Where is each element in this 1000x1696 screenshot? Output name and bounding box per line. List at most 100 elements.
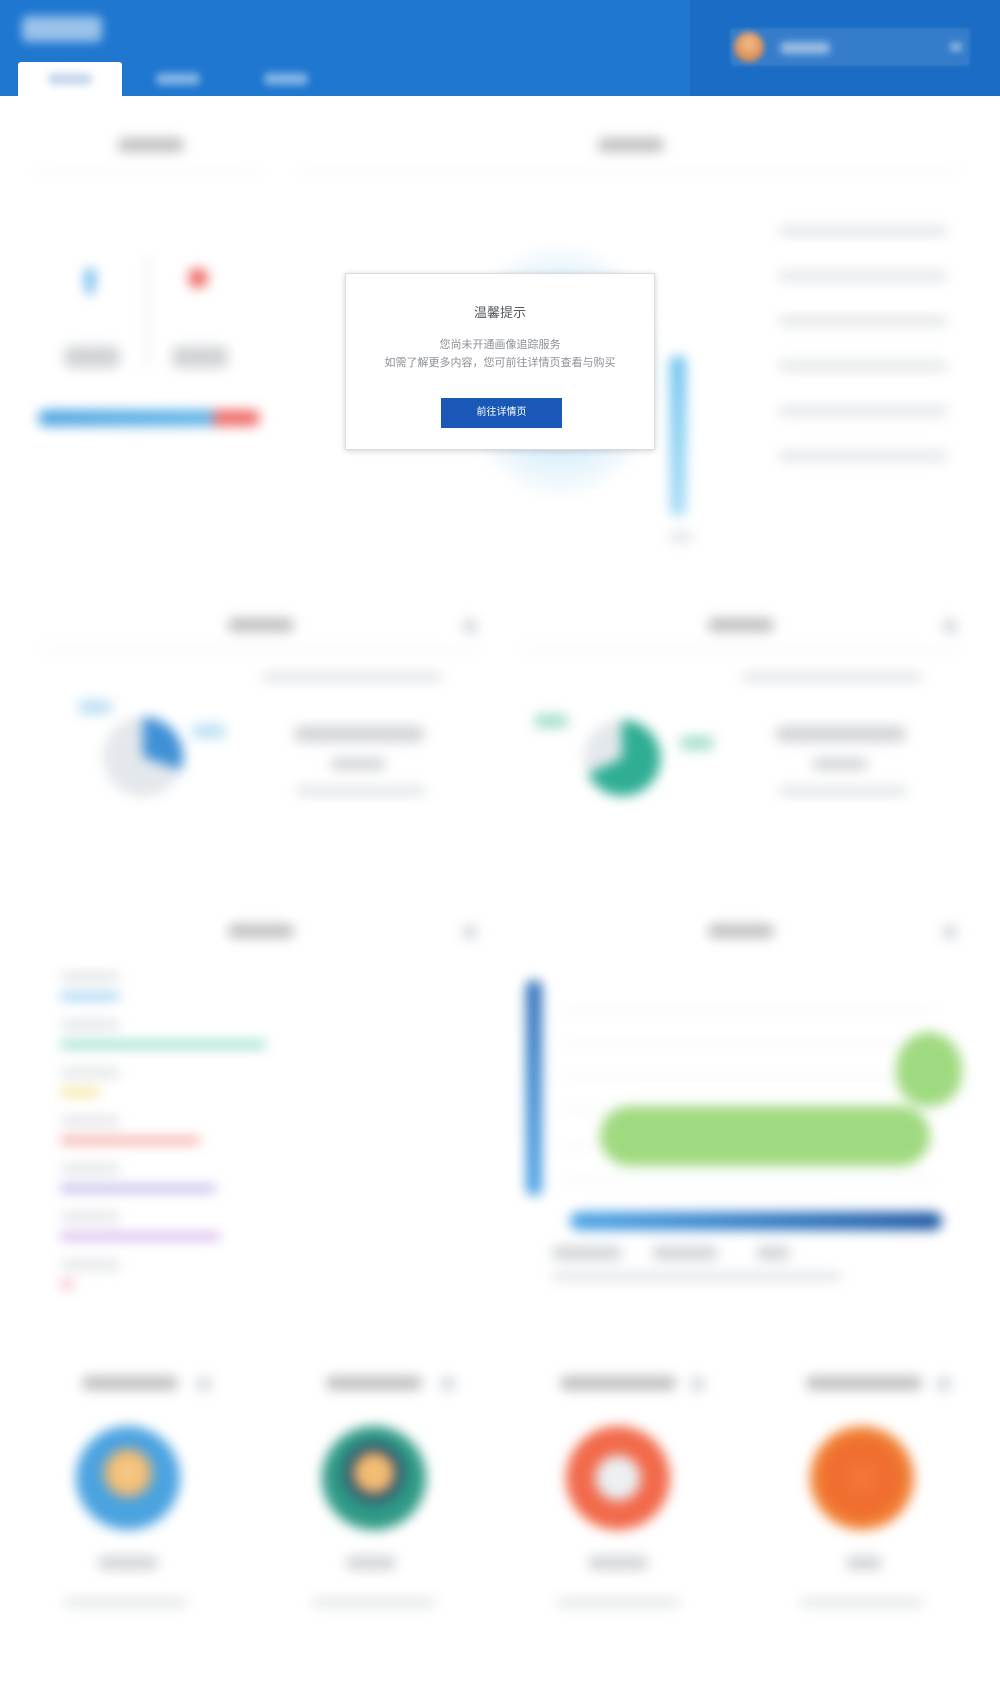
panel-title-mid-right [708, 618, 774, 632]
bar-label-5 [60, 1164, 120, 1174]
rank-row-6 [778, 451, 948, 461]
rank-row-1 [778, 226, 948, 236]
donut-chart-right [584, 719, 661, 796]
donut-stat-right-1 [776, 726, 906, 742]
tab-2-label [156, 73, 200, 85]
bar-7 [60, 1282, 74, 1287]
persona-name-2 [346, 1556, 396, 1570]
card-title-1 [82, 1376, 178, 1390]
rank-row-5 [778, 406, 948, 416]
panel-title-low-right [708, 924, 774, 938]
bar-list [60, 972, 460, 1302]
bar-label-2 [60, 1020, 120, 1030]
donut-label-right-top [534, 714, 568, 728]
stat-divider [146, 256, 149, 366]
bar-3 [60, 1090, 100, 1095]
panel-divider-left [38, 170, 258, 172]
vertical-slider [526, 980, 542, 1196]
rank-row-2 [778, 271, 948, 281]
card-title-4 [806, 1376, 922, 1390]
tab-2[interactable] [126, 62, 230, 96]
card-title-3 [560, 1376, 676, 1390]
panel-title-low-left [228, 924, 294, 938]
scatter-highlight [896, 1032, 962, 1106]
persona-desc-3 [556, 1598, 680, 1607]
panel-more-icon-low-right[interactable] [942, 924, 958, 940]
persona-avatar-2 [322, 1426, 426, 1530]
upgrade-prompt-modal: 温馨提示 您尚未开通画像追踪服务 如需了解更多内容，您可前往详情页查看与购买 前… [345, 273, 655, 450]
bar-5 [60, 1186, 216, 1191]
tab-1-label [48, 73, 92, 85]
blue-stat-icon [82, 266, 98, 294]
donut-label-left-top [78, 700, 112, 714]
persona-avatar-4 [810, 1426, 914, 1530]
donut-stat-left-3 [296, 786, 426, 796]
tab-1[interactable] [18, 62, 122, 96]
user-menu[interactable] [730, 28, 970, 66]
legend-right [742, 672, 922, 682]
chevron-down-icon[interactable] [950, 42, 962, 52]
bar-label-6 [60, 1212, 120, 1222]
tab-3[interactable] [234, 62, 338, 96]
center-chart-axis-label [668, 532, 694, 542]
panel-divider-center [300, 170, 960, 172]
go-to-details-button[interactable]: 前往详情页 [441, 398, 562, 428]
bar-label-3 [60, 1068, 120, 1078]
persona-name-1 [98, 1556, 158, 1570]
card-title-2 [326, 1376, 422, 1390]
panel-divider-mid-left [38, 648, 478, 650]
modal-message-line-2: 如需了解更多内容，您可前往详情页查看与购买 [384, 356, 616, 369]
scatter-stat-subtitle [552, 1272, 842, 1281]
panel-more-icon-mid-left[interactable] [462, 618, 478, 634]
ratio-bar [38, 410, 260, 426]
stat-value-right [172, 346, 228, 368]
rank-row-3 [778, 316, 948, 326]
panel-more-icon-low-left[interactable] [462, 924, 478, 940]
modal-message-line-1: 您尚未开通画像追踪服务 [439, 338, 561, 351]
legend-left [262, 672, 442, 682]
panel-title-left [118, 138, 184, 152]
main-tabs [18, 62, 342, 96]
panel-title-center [598, 138, 664, 152]
persona-avatar-3 [566, 1426, 670, 1530]
center-chart-bar [670, 356, 686, 516]
bar-label-7 [60, 1260, 120, 1270]
bar-4 [60, 1138, 200, 1143]
persona-desc-4 [800, 1598, 924, 1607]
persona-desc-1 [64, 1598, 188, 1607]
donut-stat-right-3 [778, 786, 908, 796]
rank-row-4 [778, 361, 948, 371]
donut-label-left-right [192, 724, 226, 738]
bar-6 [60, 1234, 220, 1239]
panel-divider-mid-right [518, 648, 958, 650]
bar-1 [60, 994, 120, 999]
persona-avatar-1 [76, 1426, 180, 1530]
ranking-list [770, 216, 970, 466]
modal-message: 您尚未开通画像追踪服务 如需了解更多内容，您可前往详情页查看与购买 [346, 336, 654, 372]
modal-title: 温馨提示 [473, 306, 526, 321]
card-more-icon-4[interactable] [936, 1376, 952, 1392]
bar-label-4 [60, 1116, 120, 1126]
bar-2 [60, 1042, 266, 1047]
avatar-icon[interactable] [734, 32, 764, 62]
card-more-icon-1[interactable] [196, 1376, 212, 1392]
panel-more-icon-mid-right[interactable] [942, 618, 958, 634]
persona-desc-2 [312, 1598, 436, 1607]
horizontal-slider [570, 1212, 942, 1230]
persona-name-3 [588, 1556, 648, 1570]
card-more-icon-2[interactable] [440, 1376, 456, 1392]
scatter-stat-3 [756, 1246, 790, 1260]
donut-label-right-right [680, 736, 714, 750]
donut-chart-left [103, 716, 184, 797]
panel-title-mid-left [228, 618, 294, 632]
user-name [780, 42, 830, 54]
scatter-cloud [600, 1106, 930, 1166]
red-stat-icon [188, 268, 208, 288]
donut-stat-left-2 [330, 758, 386, 770]
scatter-stat-2 [652, 1246, 718, 1260]
donut-stat-left-1 [294, 726, 424, 742]
persona-name-4 [846, 1556, 882, 1570]
card-more-icon-3[interactable] [690, 1376, 706, 1392]
top-header [0, 0, 1000, 96]
stat-value-left [64, 346, 120, 368]
